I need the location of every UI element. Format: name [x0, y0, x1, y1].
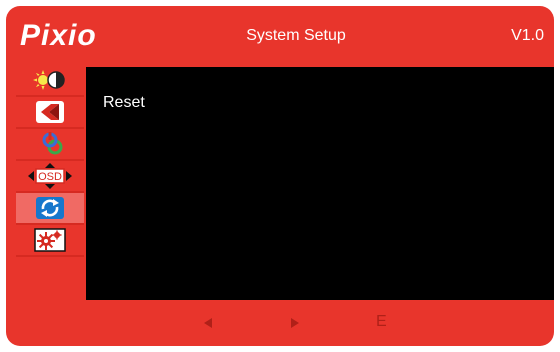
osd-position-icon: OSD	[28, 163, 72, 189]
sidebar-item-osd[interactable]: OSD	[16, 161, 84, 193]
osd-window: Pixio System Setup V1.0 OSD Reset E	[6, 6, 554, 346]
firmware-version: V1.0	[511, 27, 544, 44]
sidebar-item-color[interactable]	[16, 129, 84, 161]
right-arrow-icon[interactable]	[290, 317, 300, 329]
sidebar-item-picture[interactable]	[16, 97, 84, 129]
reset-icon	[36, 197, 64, 219]
color-icon	[37, 132, 63, 155]
sidebar-item-brightness[interactable]	[16, 65, 84, 97]
picture-icon	[36, 101, 64, 123]
osd-icon-label: OSD	[38, 171, 62, 183]
exit-button[interactable]: E	[376, 310, 387, 334]
settings-icon	[34, 228, 66, 252]
brightness-contrast-icon	[33, 70, 65, 90]
footer-bar: E	[6, 298, 554, 346]
sidebar-item-settings[interactable]	[16, 225, 84, 257]
content-panel: Reset	[86, 65, 554, 300]
sidebar-menu: OSD	[16, 65, 86, 298]
menu-title: System Setup	[246, 27, 346, 44]
pixio-logo: Pixio	[20, 19, 97, 52]
left-arrow-icon[interactable]	[203, 317, 213, 329]
sidebar-item-reset[interactable]	[16, 193, 84, 225]
reset-option[interactable]: Reset	[103, 93, 145, 113]
